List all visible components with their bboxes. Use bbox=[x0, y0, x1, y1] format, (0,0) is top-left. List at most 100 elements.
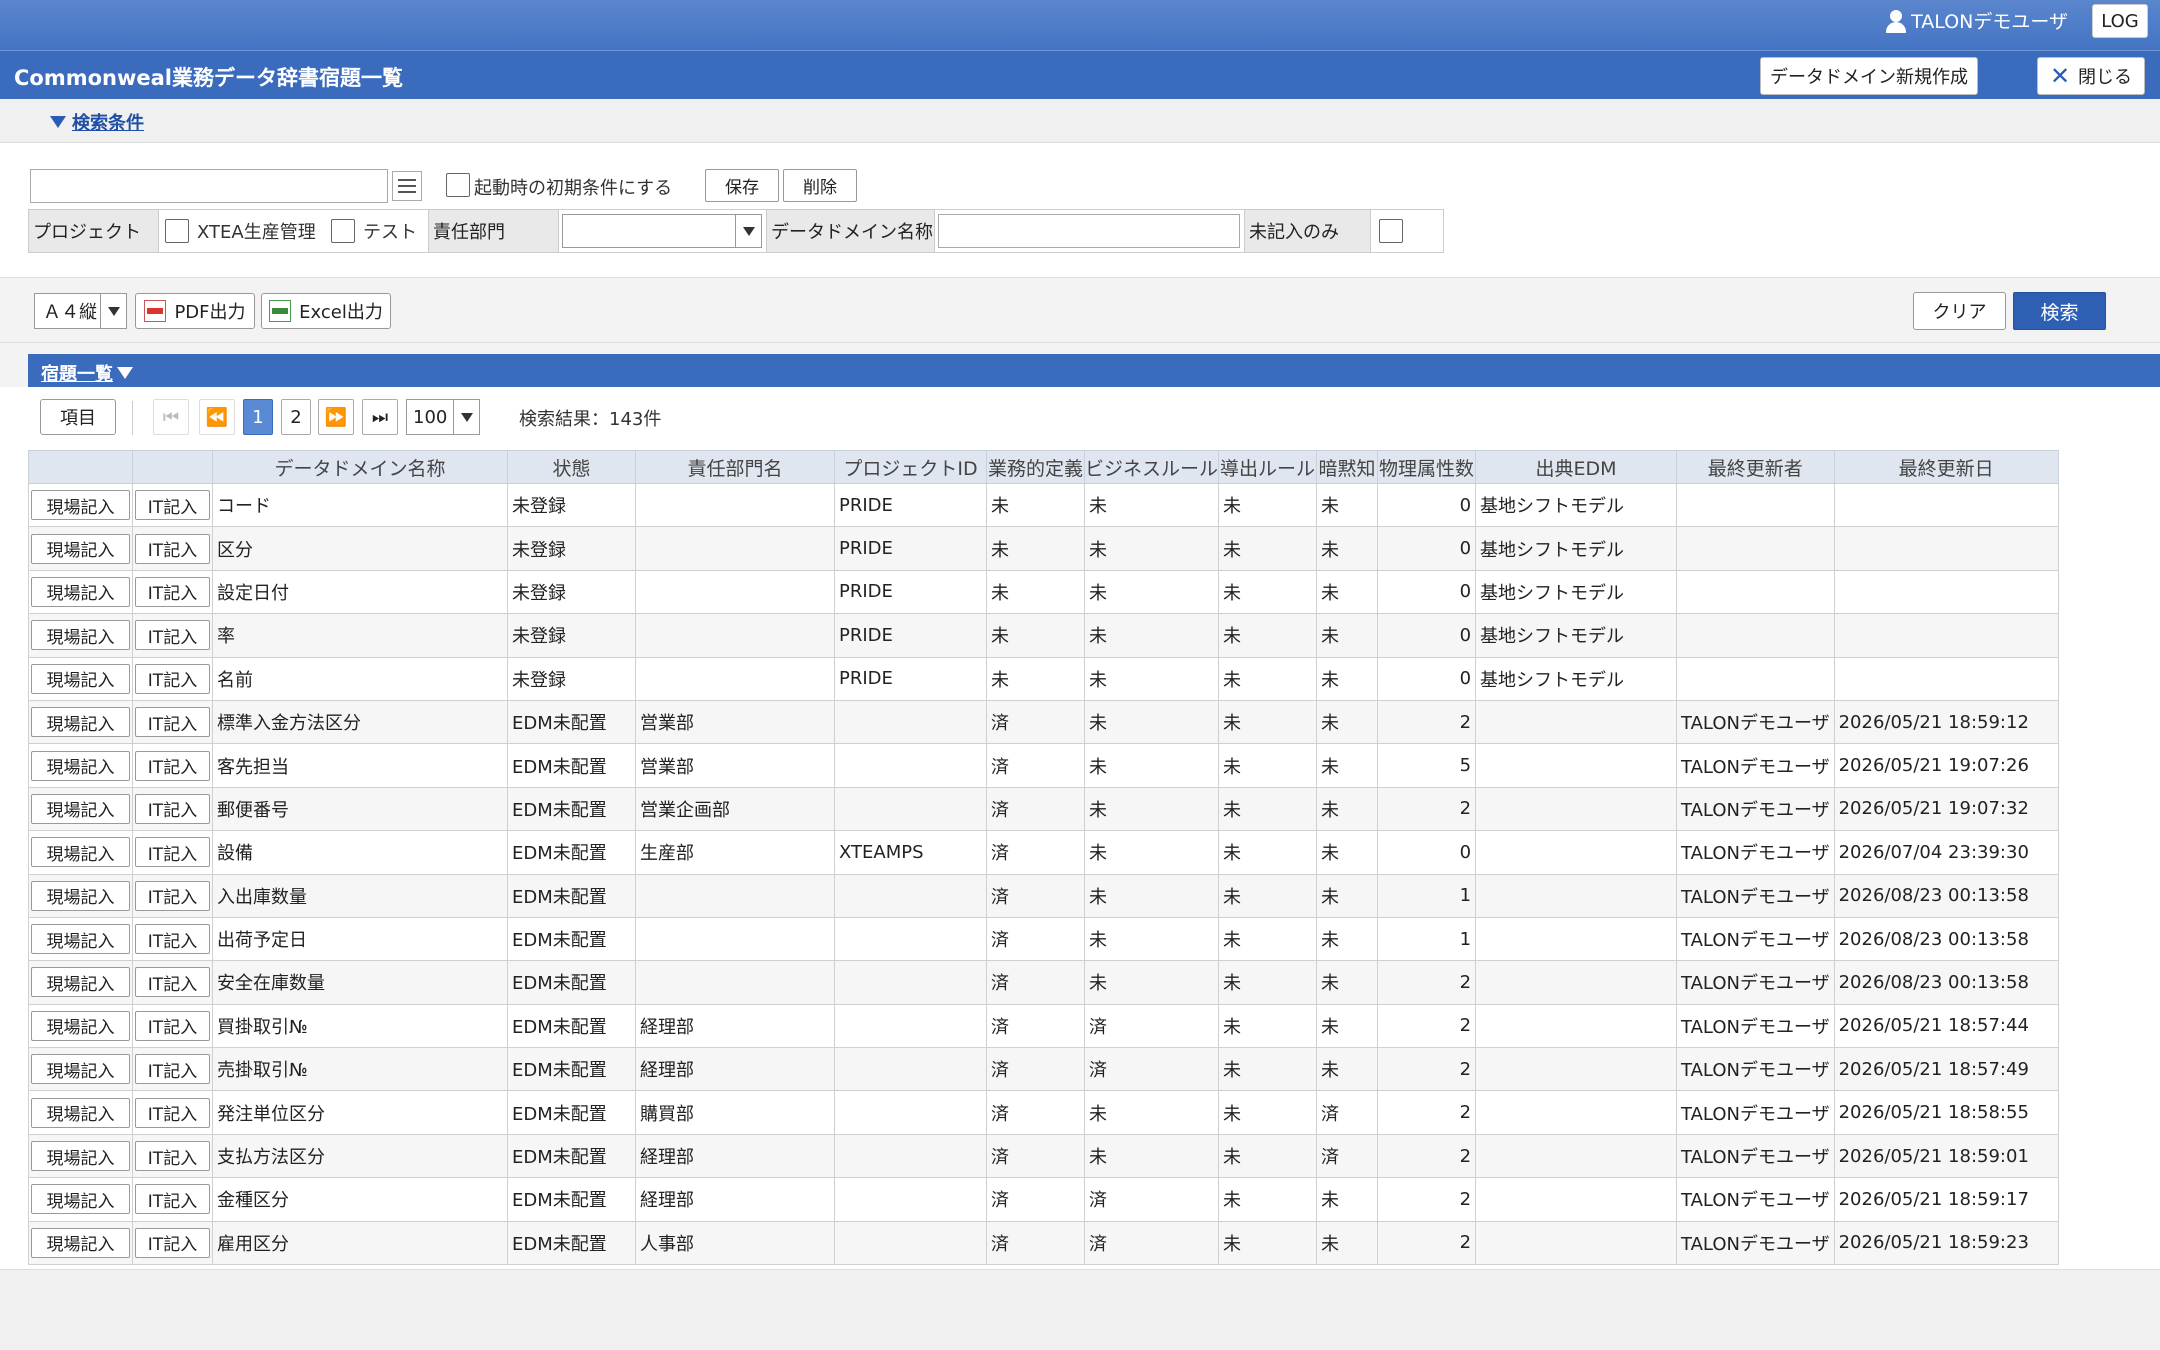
page-size-select[interactable]: 100 bbox=[406, 399, 480, 435]
field-entry-button[interactable]: 現場記入 bbox=[31, 837, 130, 868]
it-entry-button[interactable]: IT記入 bbox=[135, 576, 210, 607]
page-1-button[interactable]: 1 bbox=[243, 399, 273, 435]
table-cell bbox=[834, 1133, 987, 1179]
column-header[interactable] bbox=[28, 450, 133, 484]
field-entry-button[interactable]: 現場記入 bbox=[31, 707, 130, 738]
column-header[interactable]: 責任部門名 bbox=[635, 450, 835, 484]
column-header[interactable]: 出典EDM bbox=[1475, 450, 1678, 484]
last-page-button[interactable]: ⏭ bbox=[362, 399, 398, 435]
it-entry-button[interactable]: IT記入 bbox=[135, 793, 210, 824]
table-cell: 未 bbox=[1316, 830, 1379, 875]
homework-list-toggle[interactable]: 宿題一覧 bbox=[41, 360, 133, 386]
field-entry-button[interactable]: 現場記入 bbox=[31, 1054, 130, 1085]
page-2-button[interactable]: 2 bbox=[281, 399, 311, 435]
column-header[interactable] bbox=[132, 450, 213, 484]
clear-button[interactable]: クリア bbox=[1913, 292, 2006, 330]
it-entry-button[interactable]: IT記入 bbox=[135, 1010, 210, 1041]
table-cell: EDM未配置 bbox=[507, 916, 636, 962]
column-header[interactable]: ビジネスルール bbox=[1083, 450, 1220, 484]
column-header[interactable]: 導出ルール bbox=[1218, 450, 1318, 484]
field-entry-button[interactable]: 現場記入 bbox=[31, 880, 130, 911]
field-entry-button[interactable]: 現場記入 bbox=[31, 620, 130, 651]
field-entry-button[interactable]: 現場記入 bbox=[31, 490, 130, 521]
field-entry-button[interactable]: 現場記入 bbox=[31, 1097, 130, 1128]
it-entry-button[interactable]: IT記入 bbox=[135, 750, 210, 781]
excel-export-button[interactable]: Excel出力 bbox=[261, 293, 391, 329]
it-entry-button[interactable]: IT記入 bbox=[135, 1184, 210, 1215]
it-entry-button[interactable]: IT記入 bbox=[135, 620, 210, 651]
it-entry-button[interactable]: IT記入 bbox=[135, 1097, 210, 1128]
table-cell: 未 bbox=[1218, 699, 1318, 745]
column-header[interactable]: プロジェクトID bbox=[834, 450, 987, 484]
field-entry-button[interactable]: 現場記入 bbox=[31, 1184, 130, 1215]
field-entry-button[interactable]: 現場記入 bbox=[31, 1010, 130, 1041]
search-button[interactable]: 検索 bbox=[2013, 292, 2106, 330]
log-button[interactable]: LOG bbox=[2092, 4, 2148, 38]
table-cell: 2026/08/23 00:13:58 bbox=[1833, 916, 2059, 962]
table-cell: 設定日付 bbox=[212, 569, 508, 615]
it-entry-button[interactable]: IT記入 bbox=[135, 837, 210, 868]
table-cell bbox=[834, 960, 987, 1005]
column-header[interactable]: データドメイン名称 bbox=[212, 450, 508, 484]
next-page-button[interactable]: ⏩ bbox=[318, 399, 354, 435]
it-entry-button[interactable]: IT記入 bbox=[135, 490, 210, 521]
it-entry-button[interactable]: IT記入 bbox=[135, 707, 210, 738]
new-domain-button[interactable]: データドメイン新規作成 bbox=[1760, 57, 1978, 95]
paper-size-select[interactable]: Ａ４縦 bbox=[34, 293, 127, 329]
clear-label: クリア bbox=[1932, 302, 1987, 323]
department-select[interactable] bbox=[562, 214, 762, 248]
delete-button[interactable]: 削除 bbox=[783, 169, 857, 202]
saved-condition-input[interactable] bbox=[30, 169, 388, 203]
field-entry-button[interactable]: 現場記入 bbox=[31, 1141, 130, 1172]
table-cell: EDM未配置 bbox=[507, 1133, 636, 1179]
domain-name-input[interactable] bbox=[938, 214, 1240, 248]
it-entry-button[interactable]: IT記入 bbox=[135, 924, 210, 955]
column-header[interactable]: 状態 bbox=[507, 450, 636, 484]
save-button[interactable]: 保存 bbox=[705, 169, 779, 202]
table-cell: 未 bbox=[1083, 743, 1220, 788]
close-button[interactable]: ✕ 閉じる bbox=[2037, 57, 2145, 95]
field-entry-button[interactable]: 現場記入 bbox=[31, 793, 130, 824]
field-entry-button-cell: 現場記入 bbox=[28, 1003, 133, 1049]
column-header[interactable]: 暗黙知 bbox=[1316, 450, 1379, 484]
table-cell: 2026/05/21 18:57:49 bbox=[1833, 1047, 2059, 1092]
unfilled-only-checkbox[interactable] bbox=[1379, 219, 1403, 243]
column-header[interactable]: 最終更新者 bbox=[1676, 450, 1835, 484]
it-entry-button[interactable]: IT記入 bbox=[135, 1141, 210, 1172]
it-entry-button[interactable]: IT記入 bbox=[135, 663, 210, 694]
field-entry-button[interactable]: 現場記入 bbox=[31, 663, 130, 694]
it-entry-button[interactable]: IT記入 bbox=[135, 1227, 210, 1258]
it-entry-button[interactable]: IT記入 bbox=[135, 533, 210, 564]
it-entry-button[interactable]: IT記入 bbox=[135, 880, 210, 911]
pdf-export-button[interactable]: PDF出力 bbox=[135, 293, 255, 329]
table-cell: EDM未配置 bbox=[507, 960, 636, 1005]
it-entry-button[interactable]: IT記入 bbox=[135, 967, 210, 998]
first-page-button[interactable]: ⏮ bbox=[153, 399, 189, 435]
table-cell bbox=[1475, 1220, 1678, 1266]
it-entry-button[interactable]: IT記入 bbox=[135, 1054, 210, 1085]
domain-name-cell bbox=[935, 210, 1245, 252]
field-entry-button[interactable]: 現場記入 bbox=[31, 533, 130, 564]
field-entry-button[interactable]: 現場記入 bbox=[31, 576, 130, 607]
table-cell: 未 bbox=[1083, 699, 1220, 745]
table-cell: 未 bbox=[1316, 526, 1379, 571]
table-cell: 未 bbox=[1083, 873, 1220, 918]
user-name: TALONデモユーザ bbox=[1911, 11, 2068, 33]
table-cell: 未 bbox=[1218, 1047, 1318, 1092]
project-test-checkbox[interactable] bbox=[331, 219, 355, 243]
columns-button[interactable]: 項目 bbox=[40, 399, 116, 435]
column-header[interactable]: 最終更新日 bbox=[1833, 450, 2059, 484]
field-entry-button[interactable]: 現場記入 bbox=[31, 967, 130, 998]
project-xtea-checkbox[interactable] bbox=[165, 219, 189, 243]
prev-page-button[interactable]: ⏪ bbox=[199, 399, 235, 435]
search-conditions-toggle[interactable]: 検索条件 bbox=[50, 109, 144, 135]
column-header[interactable]: 業務的定義 bbox=[986, 450, 1085, 484]
field-entry-button[interactable]: 現場記入 bbox=[31, 924, 130, 955]
field-entry-button[interactable]: 現場記入 bbox=[31, 750, 130, 781]
search-conditions-panel: 起動時の初期条件にする 保存 削除 プロジェクト XTEA生産管理 テスト 責任… bbox=[0, 143, 2160, 278]
unfilled-only-label: 未記入のみ bbox=[1245, 210, 1371, 252]
column-header[interactable]: 物理属性数 bbox=[1377, 450, 1477, 484]
condition-list-button[interactable] bbox=[392, 171, 422, 201]
startup-default-checkbox[interactable] bbox=[446, 173, 470, 197]
field-entry-button[interactable]: 現場記入 bbox=[31, 1227, 130, 1258]
